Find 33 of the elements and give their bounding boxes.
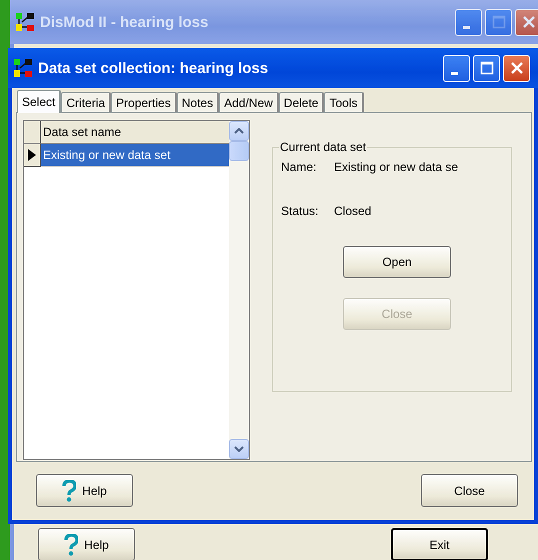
group-title: Current data set [279,140,368,154]
app-icon [16,13,34,31]
field-label: Name: [281,160,318,176]
tab[interactable]: Properties [111,92,177,112]
scrollbar[interactable] [229,121,249,459]
field-label: Status: [281,204,320,220]
field-value: Closed [334,204,372,220]
tab[interactable]: Select [17,90,62,113]
dialog-button[interactable]: Help [36,474,133,507]
column-header[interactable]: Data set name [41,121,229,144]
tab[interactable]: Add/New [219,92,279,112]
app-icon [14,59,32,77]
scroll-thumb[interactable] [229,141,249,161]
tab[interactable]: Delete [278,92,324,112]
scroll-down-button[interactable] [229,439,249,459]
window-title: Data set collection: hearing loss [38,60,270,76]
action-button[interactable]: Open [343,246,451,278]
row-pointer-icon [28,149,36,161]
minimize-icon [463,26,470,28]
close-button[interactable] [503,54,530,82]
help-icon [62,480,76,502]
help-icon [64,534,78,556]
window-title: DisMod II - hearing loss [40,14,210,30]
minimize-button[interactable] [443,54,470,82]
dialog-button[interactable]: Close [421,474,518,507]
scroll-up-button[interactable] [229,121,249,141]
field-value: Existing or new data se [334,160,458,176]
minimize-icon [451,72,458,74]
table-cell[interactable]: Existing or new data set [41,144,229,167]
tab[interactable]: Notes [176,92,220,112]
maximize-button[interactable] [473,54,500,82]
tab[interactable]: Criteria [61,92,112,112]
tab[interactable]: Tools [324,92,364,112]
